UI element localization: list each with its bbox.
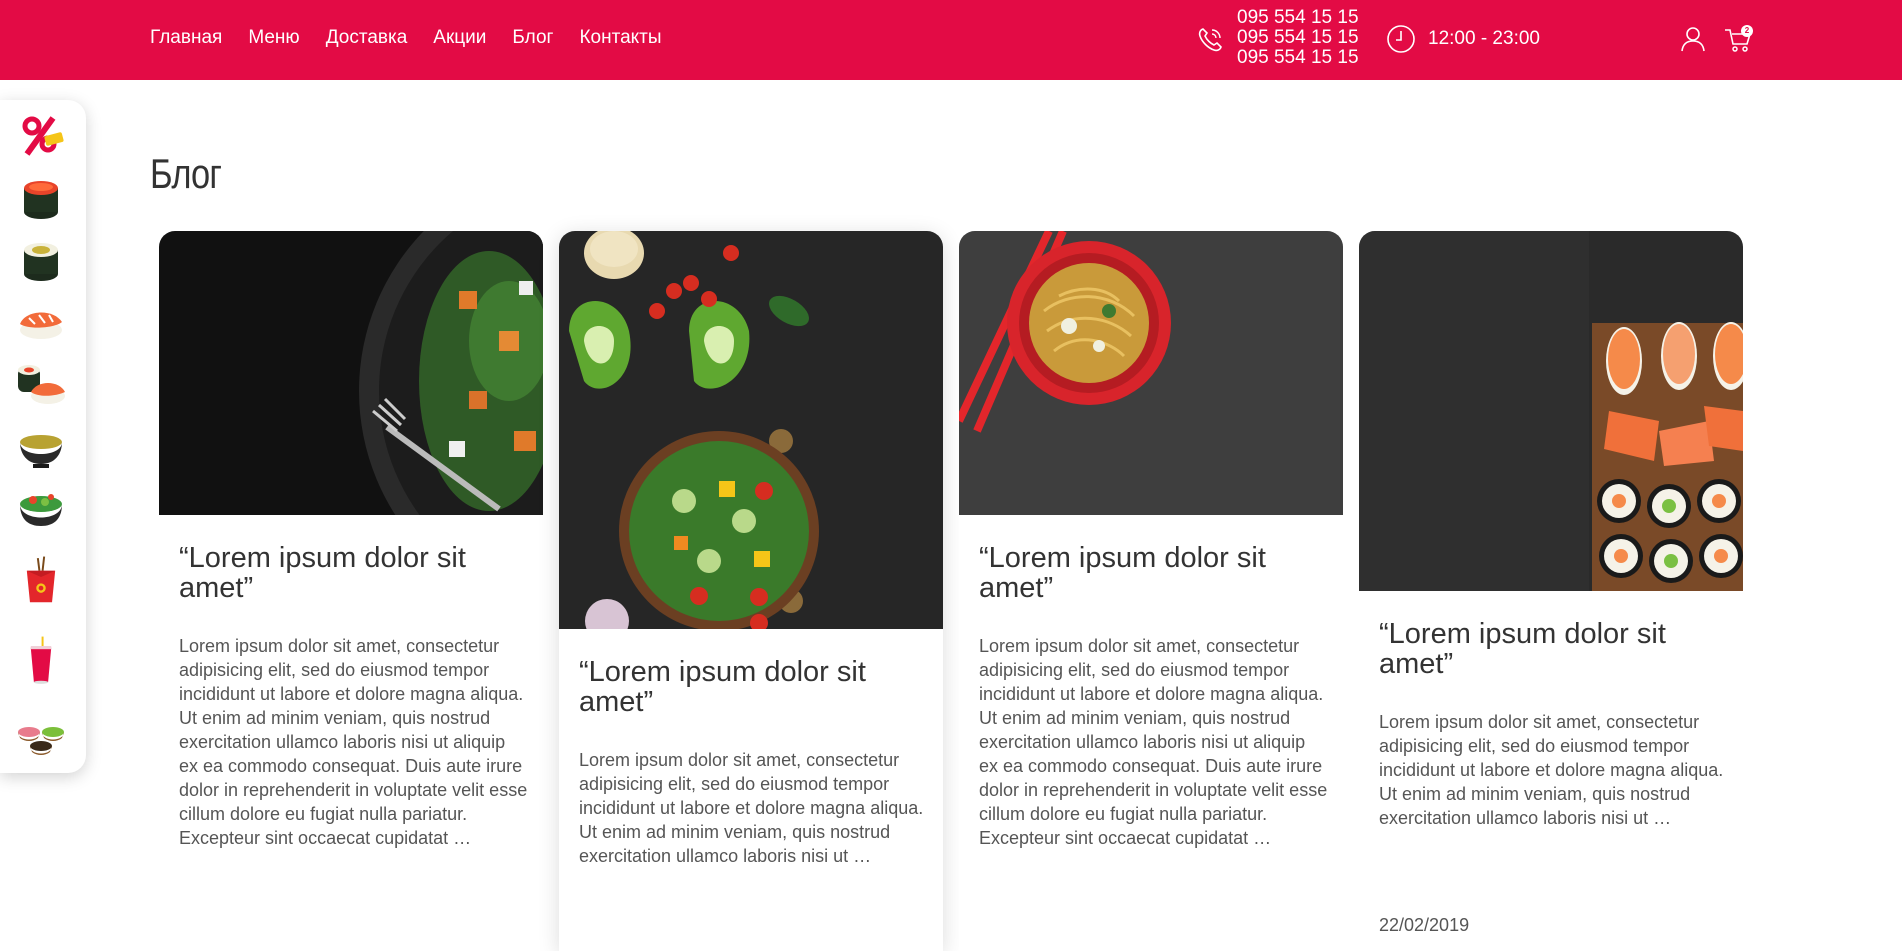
nav-contacts[interactable]: Контакты: [579, 27, 661, 49]
sale-percent-icon: [22, 116, 64, 156]
nav-promotions[interactable]: Акции: [433, 27, 486, 49]
blog-card[interactable]: “Lorem ipsum dolor sit amet” Lorem ipsum…: [959, 231, 1343, 951]
blog-image-sushi-board[interactable]: [1359, 231, 1743, 591]
blog-card-excerpt: Lorem ipsum dolor sit amet, consectetur …: [579, 750, 924, 866]
gunkan-roll-icon: [24, 181, 58, 219]
blog-card-excerpt: Lorem ipsum dolor sit amet, consectetur …: [179, 636, 528, 848]
blog-card-title[interactable]: “Lorem ipsum dolor sit amet”: [579, 657, 924, 717]
blog-card-excerpt: Lorem ipsum dolor sit amet, consectetur …: [1379, 712, 1724, 828]
phone-list: 095 554 15 15 095 554 15 15 095 554 15 1…: [1237, 8, 1367, 68]
salad-bowl-icon: [20, 494, 62, 526]
working-hours: 12:00 - 23:00: [1386, 24, 1540, 54]
sidebar-item-sushi-set[interactable]: [12, 358, 70, 410]
sidebar-item-drinks[interactable]: [12, 628, 70, 694]
sidebar-item-salad[interactable]: [12, 482, 70, 534]
nigiri-icon: [20, 312, 62, 339]
sidebar-item-sauces[interactable]: [12, 710, 70, 762]
blog-card[interactable]: “Lorem ipsum dolor sit amet” Lorem ipsum…: [1359, 231, 1743, 951]
cart-count-badge: 2: [1741, 25, 1753, 37]
soup-bowl-icon: [20, 435, 62, 468]
blog-card-excerpt: Lorem ipsum dolor sit amet, consectetur …: [979, 636, 1328, 848]
phone-number[interactable]: 095 554 15 15: [1237, 48, 1367, 68]
sidebar-item-sale[interactable]: [12, 110, 70, 162]
sidebar-item-wok[interactable]: [12, 548, 70, 614]
nav-menu[interactable]: Меню: [248, 27, 299, 49]
blog-image-vegetable-bowl[interactable]: [559, 231, 943, 629]
sauces-icon: [18, 727, 64, 755]
blog-card[interactable]: “Lorem ipsum dolor sit amet” Lorem ipsum…: [559, 231, 943, 951]
maki-roll-icon: [24, 243, 58, 281]
wok-box-icon: [26, 556, 56, 603]
main-nav: Главная Меню Доставка Акции Блог Контакт…: [150, 0, 662, 76]
hours-text: 12:00 - 23:00: [1428, 28, 1540, 49]
sidebar-item-nigiri[interactable]: [12, 296, 70, 348]
blog-card-title[interactable]: “Lorem ipsum dolor sit amet”: [1379, 619, 1724, 679]
sidebar-item-maki[interactable]: [12, 234, 70, 286]
sidebar-item-soup[interactable]: [12, 420, 70, 472]
sushi-set-icon: [18, 365, 65, 404]
phone-icon: [1198, 28, 1222, 52]
clock-icon: [1387, 25, 1415, 53]
phone-number[interactable]: 095 554 15 15: [1237, 28, 1367, 48]
blog-card[interactable]: “Lorem ipsum dolor sit amet” Lorem ipsum…: [159, 231, 543, 951]
blog-card-title[interactable]: “Lorem ipsum dolor sit amet”: [179, 543, 524, 603]
blog-image-salad-plate[interactable]: [159, 231, 543, 515]
blog-card-date: 22/02/2019: [1379, 915, 1470, 935]
nav-delivery[interactable]: Доставка: [326, 27, 408, 49]
category-sidebar: [0, 100, 86, 773]
phone-number[interactable]: 095 554 15 15: [1237, 8, 1367, 28]
user-icon[interactable]: [1680, 26, 1706, 52]
nav-home[interactable]: Главная: [150, 27, 222, 49]
blog-card-title[interactable]: “Lorem ipsum dolor sit amet”: [979, 543, 1324, 603]
nav-blog[interactable]: Блог: [512, 27, 553, 49]
blog-image-noodle-bowl[interactable]: [959, 231, 1343, 515]
page-title: Блог: [150, 150, 222, 197]
drink-cup-icon: [30, 636, 52, 684]
site-header: Главная Меню Доставка Акции Блог Контакт…: [0, 0, 1902, 80]
sidebar-item-gunkan[interactable]: [12, 172, 70, 224]
